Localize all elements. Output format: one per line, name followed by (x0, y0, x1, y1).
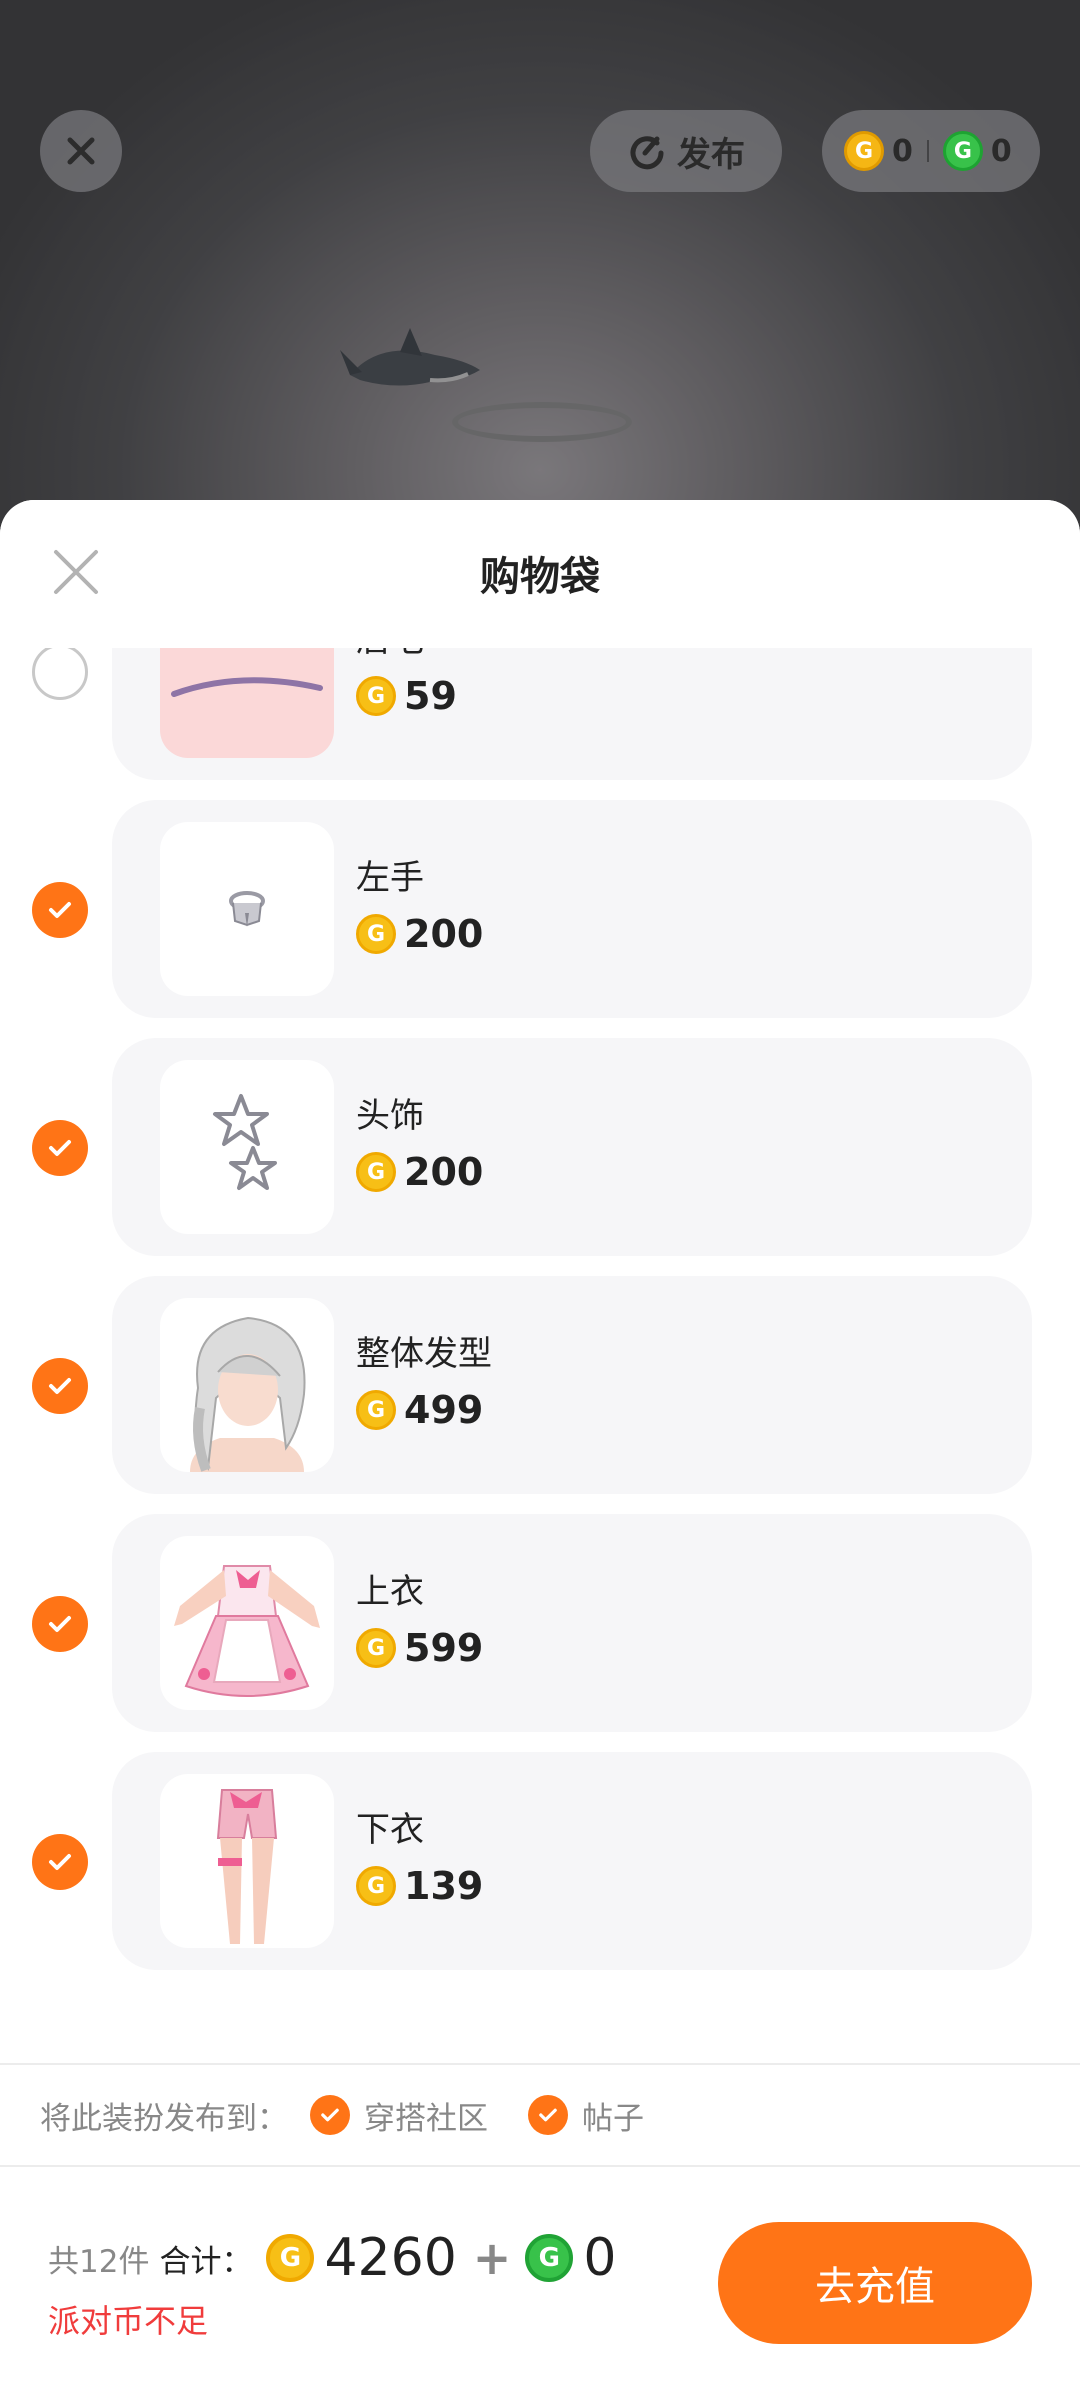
list-item: 上衣 G 599 (0, 1514, 1080, 1732)
item-thumbnail (160, 1060, 334, 1234)
green-total: 0 (583, 2228, 617, 2288)
item-price: G 200 (356, 912, 483, 956)
publish-option-label: 帖子 (582, 2100, 644, 2137)
item-name: 上衣 (356, 1572, 424, 1612)
item-price: G 599 (356, 1626, 483, 1670)
check-icon (528, 2095, 568, 2135)
publish-option-label: 穿搭社区 (364, 2100, 488, 2137)
list-item: 眉毛 G 59 (0, 640, 1080, 780)
item-checkbox[interactable] (32, 1120, 88, 1176)
green-coin-icon: G (942, 131, 983, 171)
gold-coin-icon: G (356, 1628, 396, 1668)
publish-to-row: 将此装扮发布到： 穿搭社区 帖子 (0, 2063, 1080, 2167)
recharge-button[interactable]: 去充值 (718, 2222, 1032, 2344)
item-checkbox[interactable] (32, 644, 88, 700)
avatar-scene (0, 0, 1080, 560)
item-checkbox[interactable] (32, 882, 88, 938)
list-item: 整体发型 G 499 (0, 1276, 1080, 1494)
insufficient-warning: 派对币不足 (48, 2302, 209, 2340)
price-value: 200 (404, 912, 484, 956)
item-thumbnail (160, 822, 334, 996)
price-value: 499 (404, 1388, 484, 1432)
scene-dim-overlay[interactable] (0, 0, 1080, 560)
item-card[interactable]: 下衣 G 139 (112, 1752, 1032, 1970)
check-icon (49, 1378, 71, 1394)
publish-label: 发布 (677, 134, 745, 175)
price-value: 599 (404, 1626, 484, 1670)
item-list[interactable]: 眉毛 G 59 左手 G 200 头饰 G 200 整体发型 G 499 上衣 … (0, 640, 1080, 2050)
item-price: G 200 (356, 1150, 483, 1194)
item-card[interactable]: 左手 G 200 (112, 800, 1032, 1018)
item-count: 共12件 (48, 2243, 150, 2280)
close-button[interactable] (40, 110, 122, 192)
green-balance: 0 (990, 133, 1012, 169)
item-card[interactable]: 眉毛 G 59 (112, 640, 1032, 780)
green-coin-icon: G (525, 2234, 574, 2282)
item-card[interactable]: 整体发型 G 499 (112, 1276, 1032, 1494)
item-price: G 499 (356, 1388, 483, 1432)
price-value: 139 (404, 1864, 484, 1908)
gold-coin-icon: G (356, 676, 396, 716)
item-name: 左手 (356, 858, 424, 898)
check-icon (49, 1140, 71, 1156)
maid-dress-image (174, 1565, 320, 1697)
shopping-bag-sheet: 购物袋 眉毛 G 59 左手 G 200 头饰 G 200 整体发型 G 499… (0, 500, 1080, 2400)
item-price: G 139 (356, 1864, 483, 1908)
gold-total: 4260 (324, 2228, 457, 2288)
item-name: 头饰 (356, 1096, 424, 1136)
eyebrow-image (171, 677, 323, 697)
check-icon (310, 2095, 350, 2135)
item-name: 下衣 (356, 1810, 424, 1850)
gold-coin-icon: G (356, 1866, 396, 1906)
list-item: 头饰 G 200 (0, 1038, 1080, 1256)
gold-coin-icon: G (266, 2234, 315, 2282)
item-thumbnail (160, 1774, 334, 1948)
gold-coin-icon: G (356, 1390, 396, 1430)
list-item: 左手 G 200 (0, 800, 1080, 1018)
sheet-title: 购物袋 (480, 554, 600, 600)
item-checkbox[interactable] (32, 1358, 88, 1414)
checkout-footer: 共12件 合计： G 4260 + G 0 派对币不足 去充值 (0, 2168, 1080, 2400)
publish-button[interactable]: 发布 (590, 110, 782, 192)
item-thumbnail (160, 640, 334, 758)
plus-sign: + (472, 2231, 512, 2285)
item-thumbnail (160, 1536, 334, 1710)
price-value: 200 (404, 1150, 484, 1194)
ring-image (229, 891, 265, 927)
item-card[interactable]: 头饰 G 200 (112, 1038, 1032, 1256)
gold-coin-icon: G (356, 914, 396, 954)
item-checkbox[interactable] (32, 1834, 88, 1890)
check-icon (49, 1616, 71, 1632)
shorts-image (216, 1789, 278, 1944)
gold-balance: 0 (892, 133, 913, 169)
total-label: 合计： (159, 2243, 253, 2280)
list-item: 下衣 G 139 (0, 1752, 1080, 1970)
total-line: 共12件 合计： G 4260 + G 0 (48, 2228, 628, 2288)
publish-icon (630, 136, 664, 170)
item-name: 整体发型 (356, 1334, 492, 1374)
item-price: G 59 (356, 674, 457, 718)
balance-pill[interactable]: G 0 G 0 (822, 110, 1040, 192)
gold-coin-icon: G (844, 131, 884, 171)
publish-to-label: 将此装扮发布到： (40, 2100, 288, 2137)
sheet-header: 购物袋 (0, 500, 1080, 648)
hairstyle-image (190, 1316, 306, 1472)
divider (926, 140, 929, 162)
item-checkbox[interactable] (32, 1596, 88, 1652)
close-icon (67, 137, 95, 165)
item-card[interactable]: 上衣 G 599 (112, 1514, 1032, 1732)
price-value: 59 (404, 674, 457, 718)
check-icon (49, 902, 71, 918)
item-thumbnail (160, 1298, 334, 1472)
check-icon (49, 1854, 71, 1870)
star-hairpin-image (213, 1094, 277, 1190)
gold-coin-icon: G (356, 1152, 396, 1192)
publish-option-community[interactable]: 穿搭社区 (310, 2093, 488, 2138)
publish-option-post[interactable]: 帖子 (528, 2093, 644, 2138)
